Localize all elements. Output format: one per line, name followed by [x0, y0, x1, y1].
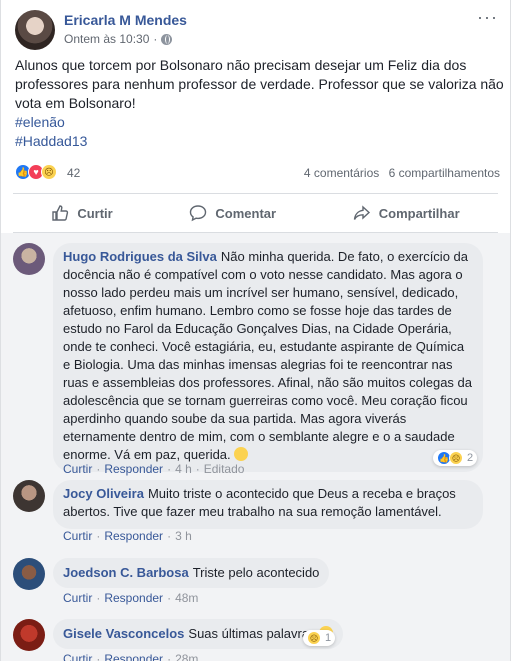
- comment-icon: [190, 205, 207, 222]
- meta-separator: ·: [153, 32, 158, 46]
- comment-like-link[interactable]: Curtir: [63, 591, 92, 605]
- comment-reactions[interactable]: ☹ 1: [303, 630, 336, 646]
- reaction-count[interactable]: 42: [67, 166, 80, 180]
- like-button[interactable]: Curtir: [51, 204, 113, 222]
- comment-text: Triste pelo acontecido: [192, 565, 320, 580]
- comment-footer: Curtir · Responder · 4 h · Editado: [63, 462, 245, 476]
- post-text: Alunos que torcem por Bolsonaro não prec…: [15, 56, 505, 151]
- sad-reaction-icon: ☹: [307, 631, 321, 645]
- comment-bubble: Joedson C. Barbosa Triste pelo acontecido: [53, 558, 330, 588]
- globe-icon[interactable]: [161, 33, 173, 45]
- hashtag-elenao[interactable]: #elenão: [15, 113, 505, 132]
- crying-emoji-icon: [234, 447, 249, 461]
- author-name[interactable]: Ericarla M Mendes: [64, 12, 187, 28]
- share-button[interactable]: Compartilhar: [353, 204, 460, 222]
- comment-like-link[interactable]: Curtir: [63, 652, 92, 661]
- comment: Gisele Vasconcelos Suas últimas palavras …: [13, 619, 500, 661]
- comment-time[interactable]: 28m: [175, 652, 198, 661]
- commenter-name[interactable]: Hugo Rodrigues da Silva: [63, 249, 217, 264]
- comment-bubble: Hugo Rodrigues da Silva Não minha querida…: [53, 243, 483, 472]
- comment-edited[interactable]: Editado: [204, 462, 245, 476]
- comment-footer: Curtir · Responder · 3 h: [63, 529, 192, 543]
- comment-bubble: Gisele Vasconcelos Suas últimas palavras: [53, 619, 344, 649]
- reactions-summary: 👍 ♥ ☹ 42 4 comentários 6 compartilhament…: [15, 162, 500, 182]
- engagement-counts: 4 comentários 6 compartilhamentos: [298, 166, 500, 180]
- comment-time[interactable]: 3 h: [175, 529, 192, 543]
- comment-reply-link[interactable]: Responder: [104, 529, 163, 543]
- comment-reply-link[interactable]: Responder: [104, 591, 163, 605]
- commenter-avatar[interactable]: [13, 243, 45, 275]
- post-body: Alunos que torcem por Bolsonaro não prec…: [15, 57, 504, 111]
- post-header: Ericarla M Mendes Ontem às 10:30 · ···: [15, 8, 500, 52]
- post-time[interactable]: Ontem às 10:30: [64, 32, 149, 46]
- comment-reply-link[interactable]: Responder: [104, 652, 163, 661]
- comment-text: Não minha querida. De fato, o exercício …: [63, 249, 473, 462]
- comment-button[interactable]: Comentar: [189, 204, 276, 222]
- facebook-post: Ericarla M Mendes Ontem às 10:30 · ··· A…: [0, 0, 511, 661]
- comment-reply-link[interactable]: Responder: [104, 462, 163, 476]
- shares-count[interactable]: 6 compartilhamentos: [389, 166, 500, 180]
- comment-time[interactable]: 48m: [175, 591, 198, 605]
- commenter-name[interactable]: Gisele Vasconcelos: [63, 626, 184, 641]
- thumbs-up-icon: [52, 205, 69, 221]
- comment-bubble: Jocy Oliveira Muito triste o acontecido q…: [53, 480, 483, 529]
- comment-footer: Curtir · Responder · 48m: [63, 591, 199, 605]
- share-icon: [353, 205, 370, 220]
- comment-like-link[interactable]: Curtir: [63, 462, 92, 476]
- author-avatar[interactable]: [15, 10, 55, 50]
- commenter-avatar[interactable]: [13, 480, 45, 512]
- comments-section: Hugo Rodrigues da Silva Não minha querida…: [1, 233, 510, 661]
- comment-like-link[interactable]: Curtir: [63, 529, 92, 543]
- post-meta: Ontem às 10:30 ·: [64, 32, 173, 46]
- like-label: Curtir: [77, 205, 113, 221]
- comment-reaction-count: 1: [325, 632, 332, 644]
- sad-reaction-icon: ☹: [41, 164, 57, 180]
- sad-reaction-icon: ☹: [449, 451, 463, 465]
- comment: Joedson C. Barbosa Triste pelo acontecido…: [13, 558, 500, 608]
- comment-time[interactable]: 4 h: [175, 462, 192, 476]
- action-bar: Curtir Comentar Compartilhar: [13, 195, 498, 231]
- comment-reactions[interactable]: 👍 ☹ 2: [433, 450, 478, 466]
- hashtag-haddad13[interactable]: #Haddad13: [15, 132, 505, 151]
- comment: Jocy Oliveira Muito triste o acontecido q…: [13, 480, 500, 550]
- comment-footer: Curtir · Responder · 28m: [63, 652, 198, 661]
- comment-text: Suas últimas palavras: [188, 626, 316, 641]
- comment: Hugo Rodrigues da Silva Não minha querida…: [13, 243, 500, 476]
- reaction-icons[interactable]: 👍 ♥ ☹: [15, 164, 57, 180]
- comments-count[interactable]: 4 comentários: [304, 166, 379, 180]
- commenter-name[interactable]: Joedson C. Barbosa: [63, 565, 189, 580]
- more-options-icon[interactable]: ···: [477, 8, 498, 26]
- commenter-name[interactable]: Jocy Oliveira: [63, 486, 144, 501]
- comment-reaction-count: 2: [467, 452, 474, 464]
- commenter-avatar[interactable]: [13, 558, 45, 590]
- divider: [13, 193, 498, 194]
- comment-label: Comentar: [215, 205, 277, 221]
- share-label: Compartilhar: [378, 205, 460, 221]
- commenter-avatar[interactable]: [13, 619, 45, 651]
